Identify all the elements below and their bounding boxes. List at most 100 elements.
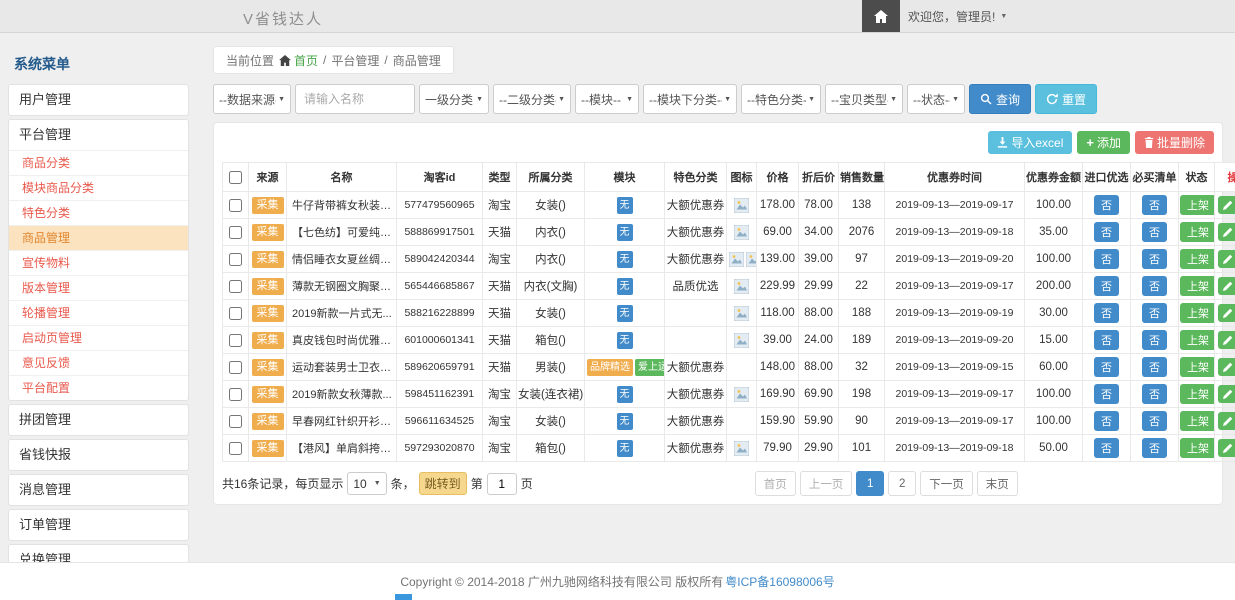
edit-button[interactable] [1218, 250, 1235, 268]
sidebar-subitem[interactable]: 版本管理 [9, 275, 188, 300]
sidebar-menu: 用户管理平台管理商品分类模块商品分类特色分类商品管理宣传物料版本管理轮播管理启动… [8, 84, 189, 591]
status-button[interactable]: 上架 [1180, 195, 1215, 215]
filter-input-product-name[interactable] [295, 84, 415, 114]
breadcrumb-home-link[interactable]: 首页 [279, 52, 318, 69]
filter-select-data-source[interactable]: --数据来源--▼ [213, 84, 291, 114]
status-button[interactable]: 上架 [1180, 222, 1215, 242]
import-select-toggle[interactable]: 否 [1094, 303, 1119, 323]
cell-icon [727, 273, 757, 300]
edit-button[interactable] [1218, 439, 1235, 457]
import-select-toggle[interactable]: 否 [1094, 276, 1119, 296]
must-buy-toggle[interactable]: 否 [1142, 330, 1167, 350]
status-button[interactable]: 上架 [1180, 249, 1215, 269]
must-buy-toggle[interactable]: 否 [1142, 249, 1167, 269]
sidebar-subitem[interactable]: 模块商品分类 [9, 175, 188, 200]
row-checkbox[interactable] [229, 334, 242, 347]
page-button[interactable]: 下一页 [920, 471, 973, 496]
import-select-toggle[interactable]: 否 [1094, 249, 1119, 269]
import-select-toggle[interactable]: 否 [1094, 357, 1119, 377]
sidebar-subitem[interactable]: 轮播管理 [9, 300, 188, 325]
row-checkbox[interactable] [229, 253, 242, 266]
status-button[interactable]: 上架 [1180, 411, 1215, 431]
edit-button[interactable] [1218, 358, 1235, 376]
page-button[interactable]: 1 [856, 471, 884, 496]
must-buy-toggle[interactable]: 否 [1142, 438, 1167, 458]
home-button[interactable] [862, 0, 900, 32]
sidebar-item[interactable]: 用户管理 [9, 85, 188, 115]
page-button[interactable]: 首页 [755, 471, 796, 496]
page-number-input[interactable] [487, 473, 517, 495]
page-button[interactable]: 末页 [977, 471, 1018, 496]
sidebar-subitem[interactable]: 平台配置 [9, 375, 188, 400]
search-button[interactable]: 查询 [969, 84, 1031, 114]
filter-select-module[interactable]: --模块--▼ [575, 84, 639, 114]
row-checkbox[interactable] [229, 280, 242, 293]
batch-delete-button[interactable]: 批量删除 [1135, 131, 1214, 154]
must-buy-toggle[interactable]: 否 [1142, 276, 1167, 296]
sidebar-subitem[interactable]: 特色分类 [9, 200, 188, 225]
status-button[interactable]: 上架 [1180, 384, 1215, 404]
filter-select-feature-category[interactable]: --特色分类--▼ [741, 84, 821, 114]
cell-feature: 品质优选 [665, 273, 727, 300]
row-checkbox[interactable] [229, 226, 242, 239]
must-buy-toggle[interactable]: 否 [1142, 222, 1167, 242]
edit-button[interactable] [1218, 304, 1235, 322]
sidebar-item[interactable]: 拼团管理 [9, 405, 188, 435]
cell-coupon-amount: 15.00 [1025, 327, 1083, 354]
sidebar-item[interactable]: 消息管理 [9, 475, 188, 505]
filter-select-level2-category[interactable]: --二级分类--▼ [493, 84, 571, 114]
row-checkbox[interactable] [229, 442, 242, 455]
jump-button[interactable]: 跳转到 [419, 472, 467, 495]
filter-select-status[interactable]: --状态--▼ [907, 84, 965, 114]
breadcrumb-item-platform[interactable]: 平台管理 [331, 52, 379, 69]
user-menu[interactable]: 欢迎您，管理员! ▼ [908, 0, 1007, 32]
must-buy-toggle[interactable]: 否 [1142, 195, 1167, 215]
row-checkbox[interactable] [229, 388, 242, 401]
sidebar-subitem[interactable]: 宣传物料 [9, 250, 188, 275]
sidebar-item[interactable]: 省钱快报 [9, 440, 188, 470]
add-button[interactable]: + 添加 [1077, 131, 1130, 154]
edit-button[interactable] [1218, 412, 1235, 430]
filter-select-level1-category[interactable]: 一级分类▼ [419, 84, 489, 114]
import-select-toggle[interactable]: 否 [1094, 384, 1119, 404]
status-button[interactable]: 上架 [1180, 276, 1215, 296]
import-select-toggle[interactable]: 否 [1094, 195, 1119, 215]
reset-button[interactable]: 重置 [1035, 84, 1097, 114]
edit-button[interactable] [1218, 277, 1235, 295]
must-buy-toggle[interactable]: 否 [1142, 303, 1167, 323]
sidebar-subitem[interactable]: 商品管理 [9, 225, 188, 250]
edit-button[interactable] [1218, 196, 1235, 214]
import-select-toggle[interactable]: 否 [1094, 411, 1119, 431]
edit-button[interactable] [1218, 385, 1235, 403]
status-button[interactable]: 上架 [1180, 438, 1215, 458]
edit-button[interactable] [1218, 223, 1235, 241]
status-button[interactable]: 上架 [1180, 303, 1215, 323]
row-checkbox[interactable] [229, 307, 242, 320]
import-select-toggle[interactable]: 否 [1094, 438, 1119, 458]
must-buy-toggle[interactable]: 否 [1142, 384, 1167, 404]
filter-select-item-type[interactable]: --宝贝类型--▼ [825, 84, 903, 114]
row-checkbox[interactable] [229, 361, 242, 374]
row-checkbox[interactable] [229, 415, 242, 428]
select-all-checkbox[interactable] [229, 171, 242, 184]
page-size-select[interactable]: 10 ▼ [347, 472, 386, 495]
must-buy-toggle[interactable]: 否 [1142, 411, 1167, 431]
must-buy-toggle[interactable]: 否 [1142, 357, 1167, 377]
sidebar-item[interactable]: 平台管理 [9, 120, 188, 150]
status-button[interactable]: 上架 [1180, 357, 1215, 377]
sidebar-item[interactable]: 订单管理 [9, 510, 188, 540]
sidebar-subitem[interactable]: 启动页管理 [9, 325, 188, 350]
page-button[interactable]: 2 [888, 471, 916, 496]
page-button[interactable]: 上一页 [800, 471, 853, 496]
import-select-toggle[interactable]: 否 [1094, 222, 1119, 242]
filter-select-module-subcategory[interactable]: --模块下分类--▼ [643, 84, 737, 114]
status-button[interactable]: 上架 [1180, 330, 1215, 350]
edit-button[interactable] [1218, 331, 1235, 349]
icp-link[interactable]: 粤ICP备16098006号 [725, 573, 834, 590]
row-checkbox[interactable] [229, 199, 242, 212]
sidebar-subitem[interactable]: 商品分类 [9, 150, 188, 175]
sidebar-subitem[interactable]: 意见反馈 [9, 350, 188, 375]
import-select-toggle[interactable]: 否 [1094, 330, 1119, 350]
breadcrumb-item-goods[interactable]: 商品管理 [393, 52, 441, 69]
import-excel-button[interactable]: 导入excel [988, 131, 1072, 154]
